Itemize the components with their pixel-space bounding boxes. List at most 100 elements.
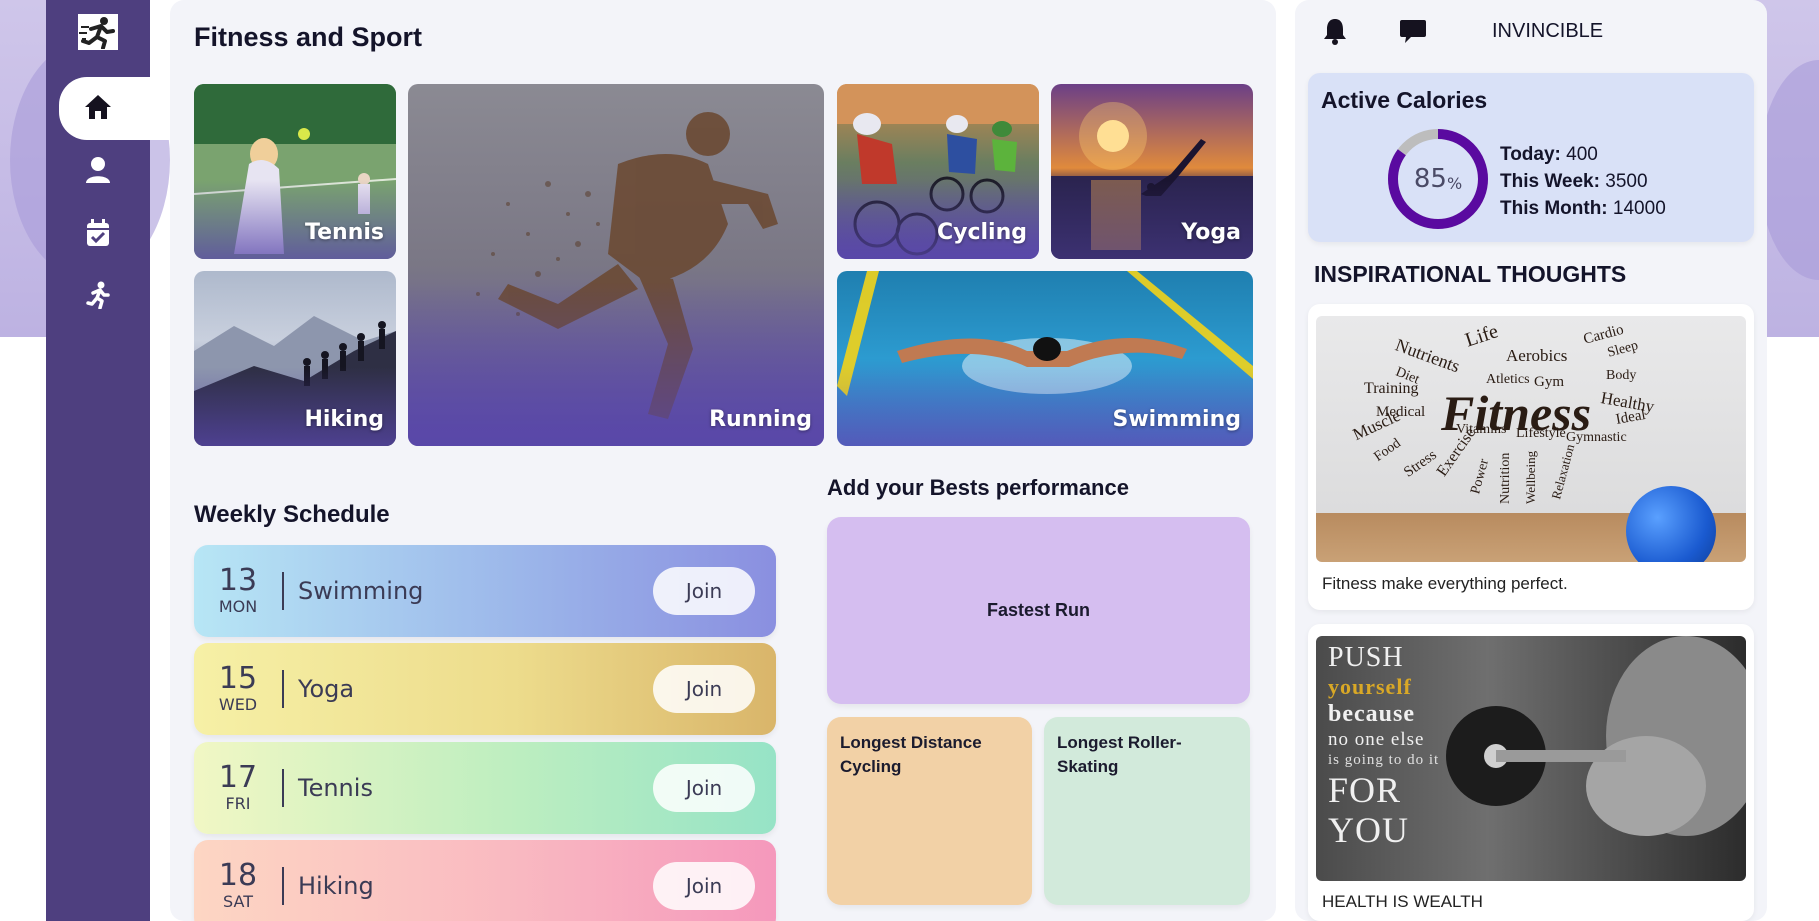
calories-title: Active Calories xyxy=(1321,87,1488,113)
wordcloud-word: Nutrition xyxy=(1498,452,1513,504)
running-icon xyxy=(86,281,110,309)
wordcloud-word: Ideal xyxy=(1614,406,1647,428)
schedule-activity: Yoga xyxy=(298,675,355,703)
sport-label-running: Running xyxy=(709,407,812,432)
page-title: Fitness and Sport xyxy=(194,22,423,52)
notifications-button[interactable] xyxy=(1322,17,1348,49)
calendar-check-icon xyxy=(87,219,109,246)
thoughts-title: INSPIRATIONAL THOUGHTS xyxy=(1314,261,1627,287)
push-quote-line: because xyxy=(1328,701,1415,727)
calories-today: Today: 400 xyxy=(1500,141,1666,168)
sport-tile-running[interactable]: Running xyxy=(408,84,824,446)
month-label: This Month: xyxy=(1500,198,1608,219)
schedule-divider xyxy=(282,769,284,807)
push-quote-line: FOR xyxy=(1328,770,1402,810)
wordcloud-word: Wellbeing xyxy=(1523,450,1538,504)
schedule-weekday: MON xyxy=(218,597,258,616)
calories-percent-value: 85 xyxy=(1413,164,1447,194)
fastest-run-card[interactable]: Fastest Run xyxy=(827,517,1250,704)
sidebar-item-home[interactable] xyxy=(68,82,128,132)
push-quote-line: PUSH xyxy=(1328,642,1404,673)
push-quote-line: is going to do it xyxy=(1328,752,1440,768)
app-logo[interactable] xyxy=(78,14,118,50)
schedule-row-tennis: 17 FRI Tennis Join xyxy=(194,742,776,834)
wordcloud-word: Relaxation xyxy=(1548,442,1578,501)
calories-month: This Month: 14000 xyxy=(1500,195,1666,222)
wordcloud-word: Stress xyxy=(1401,446,1440,481)
schedule-day: 13 xyxy=(218,563,258,598)
schedule-date: 15 WED xyxy=(194,663,282,715)
sport-tile-hiking[interactable]: Hiking xyxy=(194,271,396,446)
schedule-activity: Swimming xyxy=(298,577,424,605)
sidebar xyxy=(46,0,196,921)
schedule-weekday: FRI xyxy=(225,794,251,813)
schedule-divider xyxy=(282,572,284,610)
calories-stats: Today: 400 This Week: 3500 This Month: 1… xyxy=(1500,141,1666,222)
wordcloud-word: Body xyxy=(1606,368,1637,383)
join-button-tennis[interactable]: Join xyxy=(653,764,755,812)
schedule-divider xyxy=(282,867,284,905)
wordcloud-word: Power xyxy=(1468,457,1493,496)
schedule-day: 18 xyxy=(218,858,258,893)
thought-card-push[interactable]: PUSH yourself because no one else is going t… xyxy=(1308,624,1754,921)
join-button-swimming[interactable]: Join xyxy=(653,567,755,615)
sidebar-item-activity[interactable] xyxy=(68,270,128,320)
sport-tile-cycling[interactable]: Cycling xyxy=(837,84,1039,259)
wordcloud-word: Life xyxy=(1462,320,1501,352)
push-quote-line: yourself xyxy=(1328,674,1412,699)
schedule-row-yoga: 15 WED Yoga Join xyxy=(194,643,776,735)
bell-icon xyxy=(1324,19,1346,45)
fastest-run-label: Fastest Run xyxy=(986,600,1091,620)
active-calories-card: Active Calories 85% Today: 400 This Week… xyxy=(1308,73,1754,242)
schedule-day: 15 xyxy=(218,661,258,696)
wordcloud-word: Food xyxy=(1371,435,1404,465)
schedule-weekday: SAT xyxy=(223,892,253,911)
schedule-title: Weekly Schedule xyxy=(194,501,390,528)
week-value: 3500 xyxy=(1605,171,1648,192)
longest-cycling-card[interactable]: Longest Distance Cycling xyxy=(827,717,1032,905)
today-value: 400 xyxy=(1566,144,1598,165)
week-label: This Week: xyxy=(1500,171,1600,192)
sport-tile-tennis[interactable]: Tennis xyxy=(194,84,396,259)
longest-cycling-label: Longest Distance Cycling xyxy=(840,733,982,776)
thought-card-fitness[interactable]: Nutrients Life Aerobics Cardio Sleep Diet Atle… xyxy=(1308,304,1754,610)
sport-tile-yoga[interactable]: Yoga xyxy=(1051,84,1253,259)
schedule-date: 18 SAT xyxy=(194,860,282,912)
month-value: 14000 xyxy=(1612,198,1666,219)
sidebar-item-calendar[interactable] xyxy=(68,208,128,258)
push-quote-line: YOU xyxy=(1328,810,1409,850)
calories-percent-unit: % xyxy=(1446,173,1463,193)
schedule-activity: Hiking xyxy=(298,872,374,900)
schedule-date: 13 MON xyxy=(194,565,282,617)
sport-label-tennis: Tennis xyxy=(305,220,384,245)
thought-caption: HEALTH IS WEALTH xyxy=(1322,892,1483,911)
user-icon xyxy=(86,157,110,183)
wordcloud-word: Aerobics xyxy=(1506,346,1568,365)
push-yourself-image: PUSH yourself because no one else is going t… xyxy=(1316,636,1746,881)
today-label: Today: xyxy=(1500,144,1561,165)
username: INVINCIBLE xyxy=(1492,20,1604,42)
thought-caption: Fitness make everything perfect. xyxy=(1322,574,1568,593)
join-button-hiking[interactable]: Join xyxy=(653,862,755,910)
calories-week: This Week: 3500 xyxy=(1500,168,1666,195)
messages-button[interactable] xyxy=(1399,17,1427,49)
sport-label-hiking: Hiking xyxy=(304,407,384,432)
sidebar-item-profile[interactable] xyxy=(68,145,128,195)
fitness-wordcloud-image: Nutrients Life Aerobics Cardio Sleep Diet Atle… xyxy=(1316,316,1746,562)
schedule-activity: Tennis xyxy=(298,774,373,802)
wordcloud-word: Training xyxy=(1364,380,1419,397)
push-quote: PUSH yourself because no one else is going t… xyxy=(1328,642,1439,850)
sport-label-cycling: Cycling xyxy=(936,220,1027,245)
schedule-divider xyxy=(282,670,284,708)
right-panel: INVINCIBLE Active Calories 85% Today: 40… xyxy=(1295,0,1767,921)
join-button-yoga[interactable]: Join xyxy=(653,665,755,713)
longest-skating-card[interactable]: Longest Roller-Skating xyxy=(1044,717,1250,905)
push-quote-line: no one else xyxy=(1328,729,1425,750)
wordcloud-title: Fitness xyxy=(1441,385,1592,441)
sport-label-yoga: Yoga xyxy=(1181,220,1241,245)
schedule-date: 17 FRI xyxy=(194,762,282,814)
home-icon xyxy=(85,95,111,119)
sport-tile-swimming[interactable]: Swimming xyxy=(837,271,1253,446)
runner-logo-icon xyxy=(79,15,117,49)
schedule-weekday: WED xyxy=(218,695,258,714)
